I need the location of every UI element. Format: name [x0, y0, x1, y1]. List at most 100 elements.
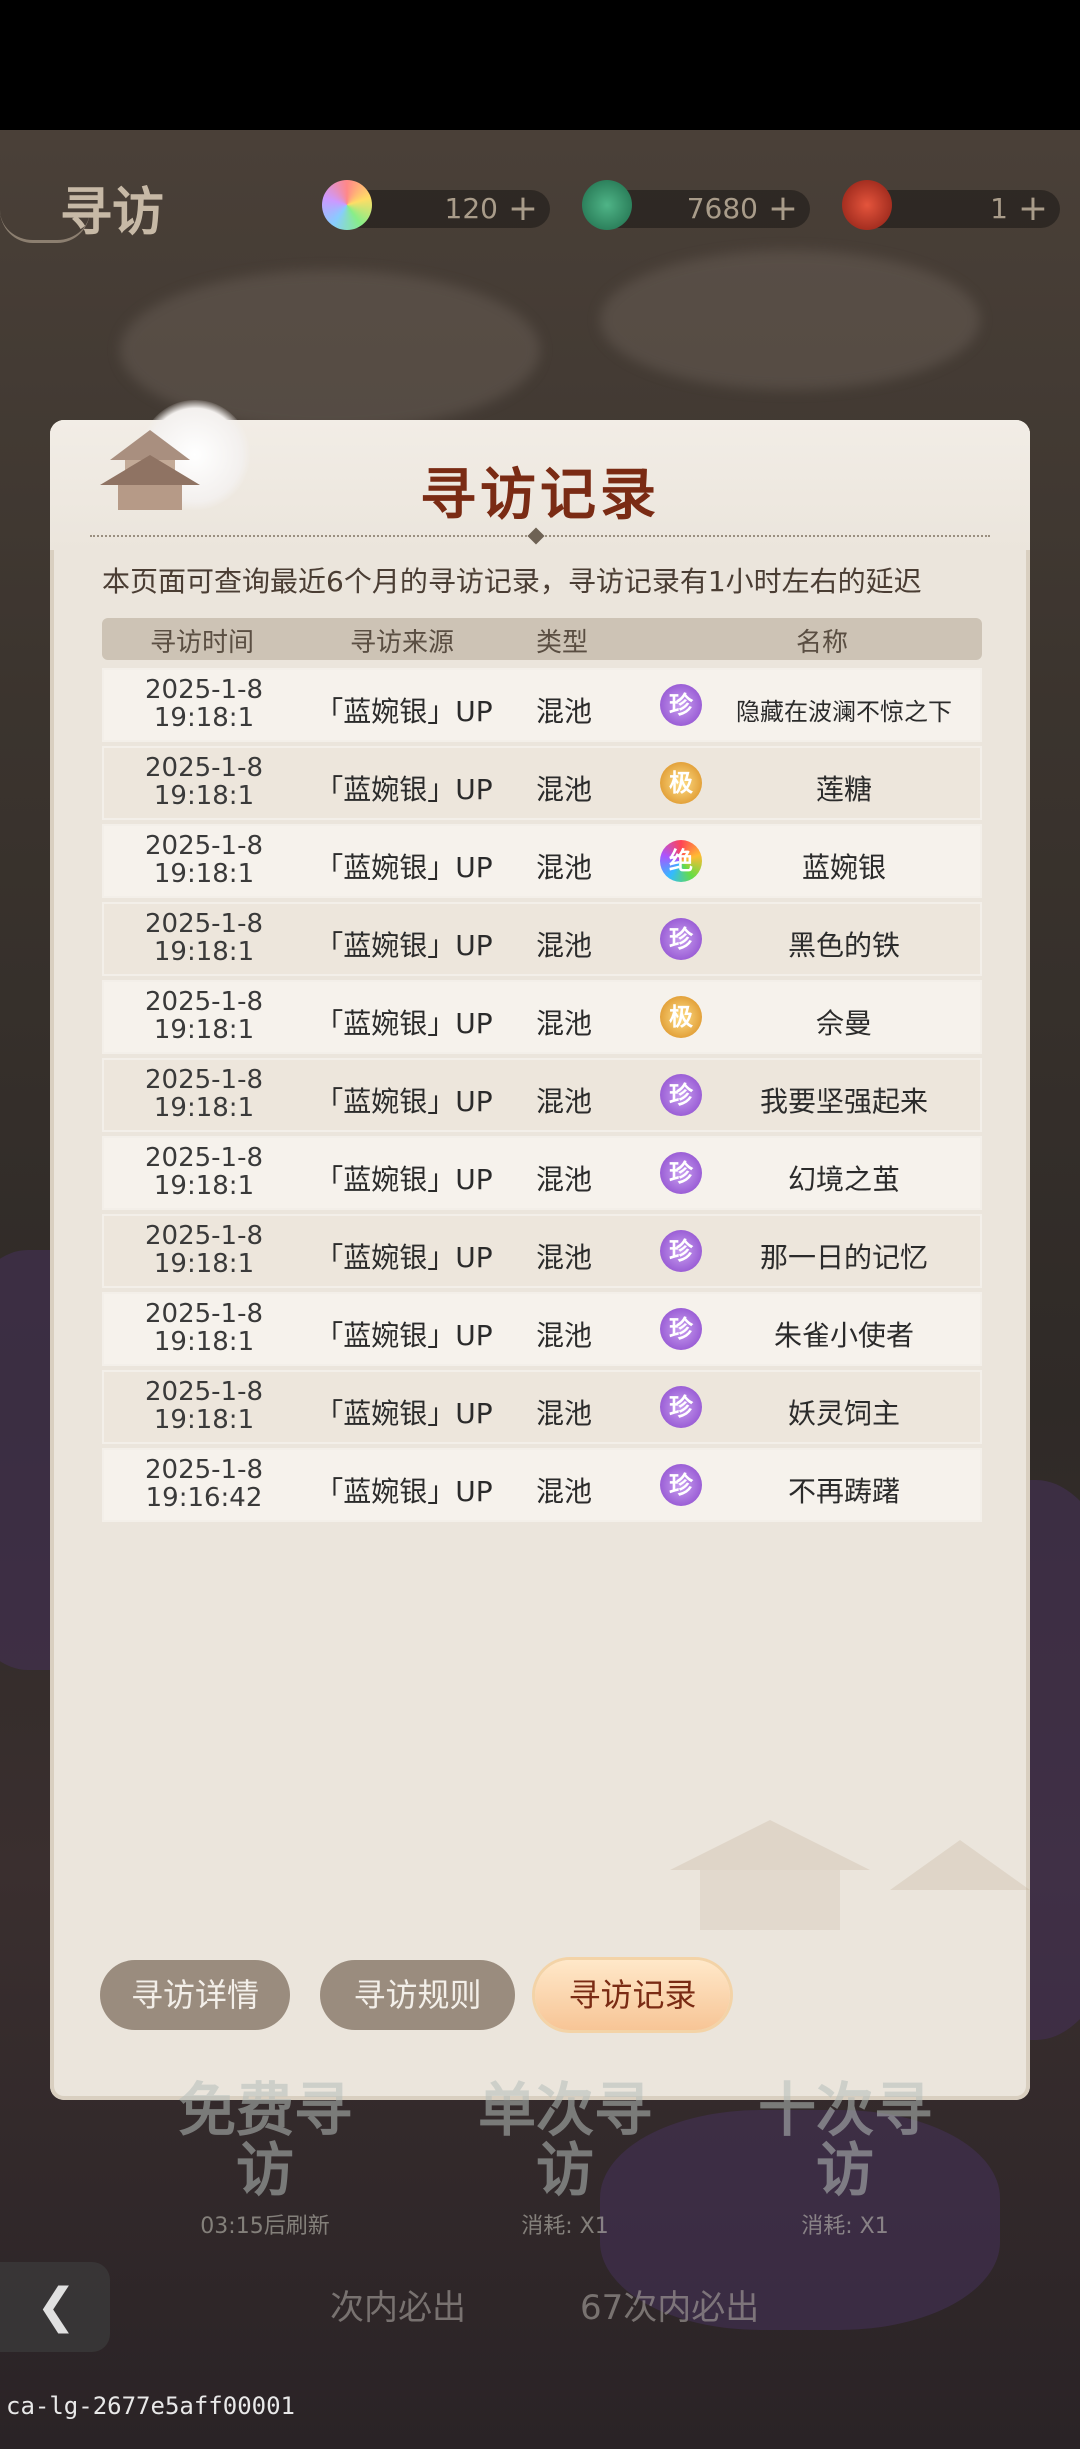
table-row: 2025-1-8 19:18:1 「蓝婉银」UP 混池 珍 那一日的记忆 [102, 1214, 982, 1288]
rarity-badge-icon: 珍 [660, 1230, 702, 1272]
record-name: 莲糖 [815, 773, 872, 806]
table-row: 2025-1-8 19:18:1 「蓝婉银」UP 混池 珍 妖灵饲主 [102, 1370, 982, 1444]
record-source: 「蓝婉银」UP [315, 1241, 493, 1274]
record-time: 2025-1-8 19:18:1 [144, 753, 263, 811]
rarity-badge-icon: 珍 [660, 918, 702, 960]
record-time: 2025-1-8 19:18:1 [144, 831, 263, 889]
record-type: 混池 [535, 1163, 592, 1196]
record-source: 「蓝婉银」UP [315, 1007, 493, 1040]
record-time: 2025-1-8 19:18:1 [144, 987, 263, 1045]
back-button[interactable]: ❮ [0, 2262, 110, 2352]
record-source: 「蓝婉银」UP [315, 1475, 493, 1508]
status-bar [0, 0, 1080, 130]
record-type: 混池 [535, 695, 592, 728]
table-row: 2025-1-8 19:18:1 「蓝婉银」UP 混池 珍 隐藏在波澜不惊之下 [102, 668, 982, 742]
title-divider [90, 527, 990, 545]
red-feather-icon [842, 180, 892, 230]
record-source: 「蓝婉银」UP [315, 1397, 493, 1430]
table-header: 寻访时间 寻访来源 类型 名称 [102, 618, 982, 660]
pity-text-left: 次内必出 [330, 2288, 466, 2328]
resource-jade-stone[interactable]: 7680 + [582, 180, 810, 230]
resource-rainbow-gem[interactable]: 120 + [322, 180, 550, 230]
column-header-time: 寻访时间 [149, 628, 254, 658]
rarity-badge-icon: 极 [660, 762, 702, 804]
jade-stone-icon [582, 180, 632, 230]
record-source: 「蓝婉银」UP [315, 1319, 493, 1352]
records-table: 2025-1-8 19:18:1 「蓝婉银」UP 混池珍隐藏在波澜不惊之下 2025-1… [102, 668, 982, 1526]
column-header-source: 寻访来源 [349, 628, 454, 658]
add-icon[interactable]: + [508, 188, 538, 229]
record-name: 隐藏在波澜不惊之下 [736, 698, 952, 726]
dialog-description: 本页面可查询最近6个月的寻访记录，寻访记录有1小时左右的延迟 [102, 565, 922, 598]
column-header-name: 名称 [795, 628, 848, 658]
dialog-title: 寻访记录 [420, 463, 660, 528]
rainbow-gem-icon [322, 180, 372, 230]
column-header-type: 类型 [535, 628, 588, 658]
temple-watermark [670, 1820, 1030, 1930]
screen-title: 寻访 [60, 183, 165, 243]
record-type: 混池 [535, 851, 592, 884]
record-name: 妖灵饲主 [787, 1397, 900, 1430]
record-source: 「蓝婉银」UP [315, 773, 493, 806]
table-row: 2025-1-8 19:18:1 「蓝婉银」UP 混池 极 莲糖 [102, 746, 982, 820]
rarity-badge-icon: 绝 [660, 840, 702, 882]
record-name: 我要坚强起来 [759, 1085, 928, 1118]
tab-records[interactable]: 寻访记录 [535, 1960, 730, 2030]
record-time: 2025-1-8 19:18:1 [144, 1377, 263, 1435]
record-type: 混池 [535, 1319, 592, 1352]
tab-details[interactable]: 寻访详情 [100, 1960, 290, 2030]
rarity-badge-icon: 珍 [660, 1074, 702, 1116]
ten-summon-button[interactable]: 十次寻访 消耗: X1 [740, 2060, 950, 2240]
record-type: 混池 [535, 1475, 592, 1508]
record-time: 2025-1-8 19:18:1 [144, 1221, 263, 1279]
back-arrow-icon: ❮ [36, 2278, 77, 2334]
record-name: 那一日的记忆 [759, 1241, 928, 1274]
rarity-badge-icon: 珍 [660, 1386, 702, 1428]
table-row: 2025-1-8 19:18:1 「蓝婉银」UP 混池 珍 黑色的铁 [102, 902, 982, 976]
record-type: 混池 [535, 1085, 592, 1118]
record-name: 黑色的铁 [787, 929, 900, 962]
rarity-badge-icon: 珍 [660, 684, 702, 726]
add-icon[interactable]: + [768, 188, 798, 229]
record-source: 「蓝婉银」UP [315, 695, 493, 728]
record-source: 「蓝婉银」UP [315, 1163, 493, 1196]
top-bar: 寻访 120 + 7680 + 1 + [0, 160, 1080, 250]
record-time: 2025-1-8 19:18:1 [144, 675, 263, 733]
resource-red-feather[interactable]: 1 + [842, 180, 1060, 230]
record-time: 2025-1-8 19:18:1 [144, 1143, 263, 1201]
table-row: 2025-1-8 19:18:1 「蓝婉银」UP 混池 极 佘曼 [102, 980, 982, 1054]
add-icon[interactable]: + [1018, 188, 1048, 229]
table-row: 2025-1-8 19:18:1 「蓝婉银」UP 混池 绝 蓝婉银 [102, 824, 982, 898]
pity-text-right: 67次内必出 [580, 2288, 760, 2328]
record-name: 朱雀小使者 [773, 1319, 914, 1352]
summon-buttons: 免费寻访 03:15后刷新 单次寻访 消耗: X1 十次寻访 消耗: X1 [0, 2060, 1080, 2260]
record-type: 混池 [535, 773, 592, 806]
rarity-badge-icon: 珍 [660, 1464, 702, 1506]
record-time: 2025-1-8 19:18:1 [144, 1299, 263, 1357]
record-source: 「蓝婉银」UP [315, 851, 493, 884]
free-summon-button[interactable]: 免费寻访 03:15后刷新 [160, 2060, 370, 2240]
record-name: 不再踌躇 [787, 1475, 900, 1508]
record-source: 「蓝婉银」UP [315, 929, 493, 962]
record-time: 2025-1-8 19:18:1 [144, 909, 263, 967]
table-row: 2025-1-8 19:16:42 「蓝婉银」UP 混池 珍 不再踌躇 [102, 1448, 982, 1522]
record-type: 混池 [535, 1241, 592, 1274]
record-type: 混池 [535, 1007, 592, 1040]
record-name: 蓝婉银 [801, 851, 886, 884]
table-row: 2025-1-8 19:18:1 「蓝婉银」UP 混池 珍 朱雀小使者 [102, 1292, 982, 1366]
record-type: 混池 [535, 1397, 592, 1430]
single-summon-button[interactable]: 单次寻访 消耗: X1 [460, 2060, 670, 2240]
records-dialog: 寻访记录 本页面可查询最近6个月的寻访记录，寻访记录有1小时左右的延迟 寻访时间… [50, 400, 1030, 2100]
tab-rules[interactable]: 寻访规则 [320, 1960, 515, 2030]
device-id-label: ca-lg-2677e5aff00001 [6, 2392, 295, 2420]
record-name: 幻境之茧 [787, 1163, 900, 1196]
rarity-badge-icon: 极 [660, 996, 702, 1038]
rarity-badge-icon: 珍 [660, 1152, 702, 1194]
record-time: 2025-1-8 19:18:1 [144, 1065, 263, 1123]
record-name: 佘曼 [815, 1007, 872, 1040]
table-row: 2025-1-8 19:18:1 「蓝婉银」UP 混池 珍 幻境之茧 [102, 1136, 982, 1210]
record-type: 混池 [535, 929, 592, 962]
rarity-badge-icon: 珍 [660, 1308, 702, 1350]
table-row: 2025-1-8 19:18:1 「蓝婉银」UP 混池 珍 我要坚强起来 [102, 1058, 982, 1132]
record-source: 「蓝婉银」UP [315, 1085, 493, 1118]
